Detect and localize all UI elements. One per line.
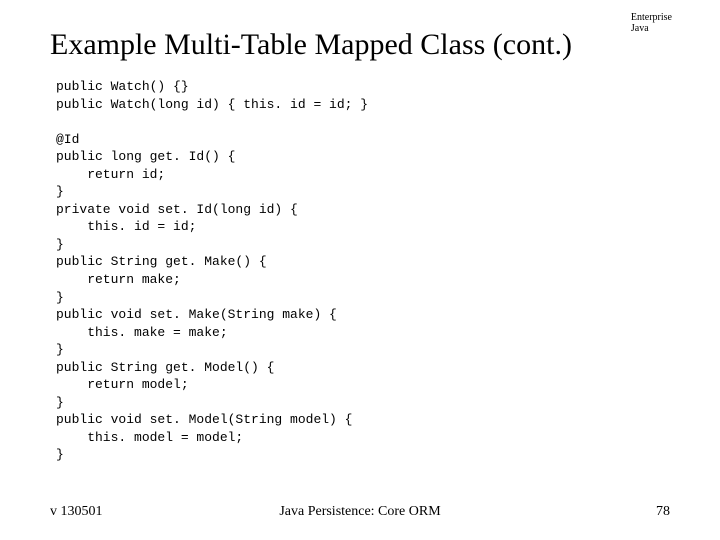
page-title: Example Multi-Table Mapped Class (cont.) xyxy=(50,28,670,62)
footer: v 130501 Java Persistence: Core ORM 78 xyxy=(50,504,670,520)
corner-line-1: Enterprise xyxy=(631,12,672,23)
corner-line-2: Java xyxy=(631,23,672,34)
code-block: public Watch() {} public Watch(long id) … xyxy=(56,78,670,464)
footer-title: Java Persistence: Core ORM xyxy=(50,504,670,520)
slide: Enterprise Java Example Multi-Table Mapp… xyxy=(0,0,720,540)
corner-tag: Enterprise Java xyxy=(631,12,672,34)
